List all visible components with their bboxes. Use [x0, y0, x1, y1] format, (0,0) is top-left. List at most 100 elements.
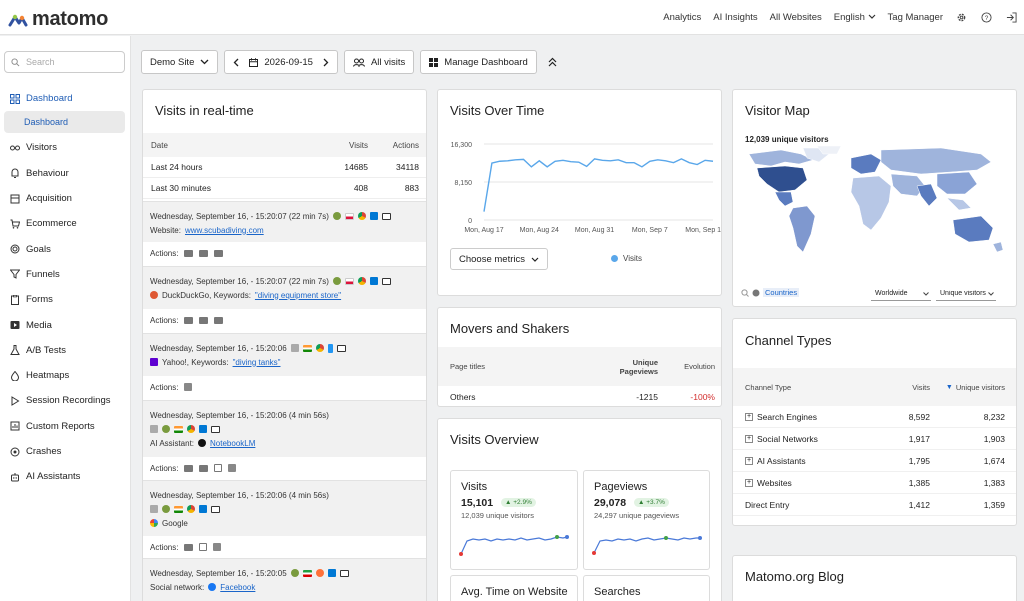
folder-icon[interactable] — [184, 249, 194, 257]
chevron-down-icon — [923, 291, 929, 296]
table-row[interactable]: + Social Networks 1,917 1,903 — [733, 428, 1016, 450]
kpi-avg-time[interactable]: Avg. Time on Website — [450, 575, 578, 601]
expand-icon[interactable]: + — [745, 412, 753, 421]
help-icon[interactable]: ? — [980, 11, 993, 24]
site-selector[interactable]: Demo Site — [141, 50, 219, 74]
folder-icon[interactable] — [184, 316, 194, 324]
visitor-profile-icon[interactable] — [332, 212, 341, 220]
referrer-link[interactable]: "diving tanks" — [233, 358, 281, 367]
sidebar-item-funnels[interactable]: Funnels — [0, 262, 131, 287]
folder-icon[interactable] — [199, 464, 209, 472]
sidebar-item-media[interactable]: Media — [0, 312, 131, 337]
kpi-searches[interactable]: Searches — [583, 575, 710, 601]
sidebar-item-ai-assistants[interactable]: AI Assistants — [0, 464, 131, 489]
sidebar-item-custom-reports[interactable]: Custom Reports — [0, 414, 131, 439]
search-input[interactable]: Search — [4, 51, 125, 73]
cart-abandoned-icon[interactable] — [184, 383, 193, 391]
sidebar-item-dashboard[interactable]: Dashboard — [0, 86, 131, 111]
visitor-profile-icon[interactable] — [162, 425, 170, 433]
analytics-link[interactable]: Analytics — [663, 12, 701, 23]
choose-metrics-button[interactable]: Choose metrics — [450, 248, 548, 270]
folder-icon[interactable] — [199, 316, 209, 324]
metric-select[interactable]: Unique visitors — [936, 287, 996, 301]
expand-icon[interactable]: + — [745, 478, 753, 487]
folder-icon[interactable] — [214, 249, 224, 257]
folder-icon[interactable] — [199, 249, 209, 257]
sidebar-item-crashes[interactable]: Crashes — [0, 439, 131, 464]
visitor-profile-icon[interactable] — [332, 277, 341, 285]
calendar-icon — [249, 57, 259, 67]
sidebar-item-session-recordings[interactable]: Session Recordings — [0, 388, 131, 413]
visit-entry[interactable]: Wednesday, September 16, - 15:20:06 (4 m… — [143, 480, 426, 536]
sidebar-item-ab-tests[interactable]: A/B Tests — [0, 338, 131, 363]
column-channel-type: Channel Type — [745, 382, 792, 392]
visitors-icon — [10, 145, 20, 151]
table-row[interactable]: + AI Assistants 1,795 1,674 — [733, 450, 1016, 472]
world-map[interactable] — [741, 146, 1011, 276]
zoom-out-icon[interactable] — [741, 288, 749, 297]
external-link-icon[interactable] — [199, 543, 208, 551]
column-date: Date — [151, 140, 168, 150]
region-select[interactable]: Worldwide — [871, 287, 931, 301]
folder-icon[interactable] — [184, 543, 194, 551]
countries-link[interactable]: Countries — [763, 288, 800, 297]
cart-abandoned-icon[interactable] — [213, 543, 222, 551]
legend-label: Visits — [623, 254, 642, 263]
folder-icon[interactable] — [184, 464, 194, 472]
robot-icon — [11, 472, 19, 482]
all-websites-link[interactable]: All Websites — [770, 12, 822, 23]
visit-entry[interactable]: Wednesday, September 16, - 15:20:07 (22 … — [143, 266, 426, 309]
chevron-left-icon[interactable] — [233, 58, 239, 67]
sidebar-item-visitors[interactable]: Visitors — [0, 135, 131, 160]
referrer-link[interactable]: Facebook — [220, 583, 255, 592]
ai-insights-link[interactable]: AI Insights — [713, 12, 757, 23]
sidebar-item-behaviour[interactable]: Behaviour — [0, 161, 131, 186]
sidebar-subitem-dashboard[interactable]: Dashboard — [4, 111, 125, 134]
referrer-link[interactable]: "diving equipment store" — [255, 291, 341, 300]
matomo-logo[interactable]: matomo — [8, 8, 108, 31]
visit-entry[interactable]: Wednesday, September 16, - 15:20:07 (22 … — [143, 201, 426, 242]
visit-entry[interactable]: Wednesday, September 16, - 15:20:05 Soci… — [143, 558, 426, 601]
column-visits[interactable]: Visits — [912, 368, 930, 406]
referrer-link[interactable]: www.scubadiving.com — [185, 226, 264, 235]
sidebar-item-ecommerce[interactable]: Ecommerce — [0, 211, 131, 236]
sidebar-item-goals[interactable]: Goals — [0, 236, 131, 261]
language-selector[interactable]: English — [834, 12, 876, 23]
chevron-right-icon[interactable] — [323, 58, 329, 67]
tag-manager-link[interactable]: Tag Manager — [888, 12, 943, 23]
funnel-icon — [10, 269, 20, 280]
table-row[interactable]: + Websites 1,385 1,383 — [733, 472, 1016, 494]
date-selector[interactable]: 2026-09-15 — [224, 50, 338, 74]
expand-icon[interactable]: + — [745, 434, 753, 443]
kpi-visits[interactable]: Visits 15,101 ▲ +2.9% 12,039 unique visi… — [450, 470, 578, 570]
sidebar-item-heatmaps[interactable]: Heatmaps — [0, 363, 131, 388]
collapse-toolbar-button[interactable] — [543, 50, 563, 74]
device-desktop-icon — [211, 505, 220, 513]
gear-icon[interactable] — [955, 11, 968, 24]
sort-desc-icon: ▼ — [945, 383, 953, 391]
folder-icon[interactable] — [214, 316, 224, 324]
sidebar-item-acquisition[interactable]: Acquisition — [0, 186, 131, 211]
chart-legend[interactable]: Visits — [611, 254, 642, 263]
table-row[interactable]: Direct Entry 1,412 1,359 — [733, 494, 1016, 516]
kpi-pageviews[interactable]: Pageviews 29,078 ▲ +3.7% 24,297 unique p… — [583, 470, 710, 570]
referrer-link[interactable]: NotebookLM — [210, 439, 255, 448]
column-unique-visitors[interactable]: ▼ Unique visitors — [946, 368, 1005, 406]
visit-entry[interactable]: Wednesday, September 16, - 15:20:06 (4 m… — [143, 400, 426, 457]
row-visits: 1,385 — [908, 477, 930, 488]
expand-icon[interactable]: + — [745, 456, 753, 465]
date-label: 2026-09-15 — [264, 56, 313, 68]
manage-dashboard-button[interactable]: Manage Dashboard — [420, 50, 537, 74]
sidebar-item-forms[interactable]: Forms — [0, 287, 131, 312]
table-row[interactable]: + Search Engines 8,592 8,232 — [733, 406, 1016, 428]
external-link-icon[interactable] — [214, 464, 223, 472]
cart-abandoned-icon[interactable] — [228, 464, 237, 472]
visitor-profile-icon[interactable] — [162, 505, 170, 513]
visits-line-chart[interactable]: 0 8,150 16,300 Mon, Aug 17 Mon, Aug 24 Mon, A… — [438, 132, 722, 247]
table-row[interactable]: Others -1215 -100% — [438, 386, 721, 406]
visitor-profile-icon[interactable] — [290, 569, 299, 577]
sidebar-item-label: Forms — [26, 294, 53, 306]
sign-out-icon[interactable] — [1005, 11, 1018, 24]
segment-selector[interactable]: All visits — [343, 50, 415, 74]
visit-entry[interactable]: Wednesday, September 16, - 15:20:06 Yaho… — [143, 333, 426, 376]
